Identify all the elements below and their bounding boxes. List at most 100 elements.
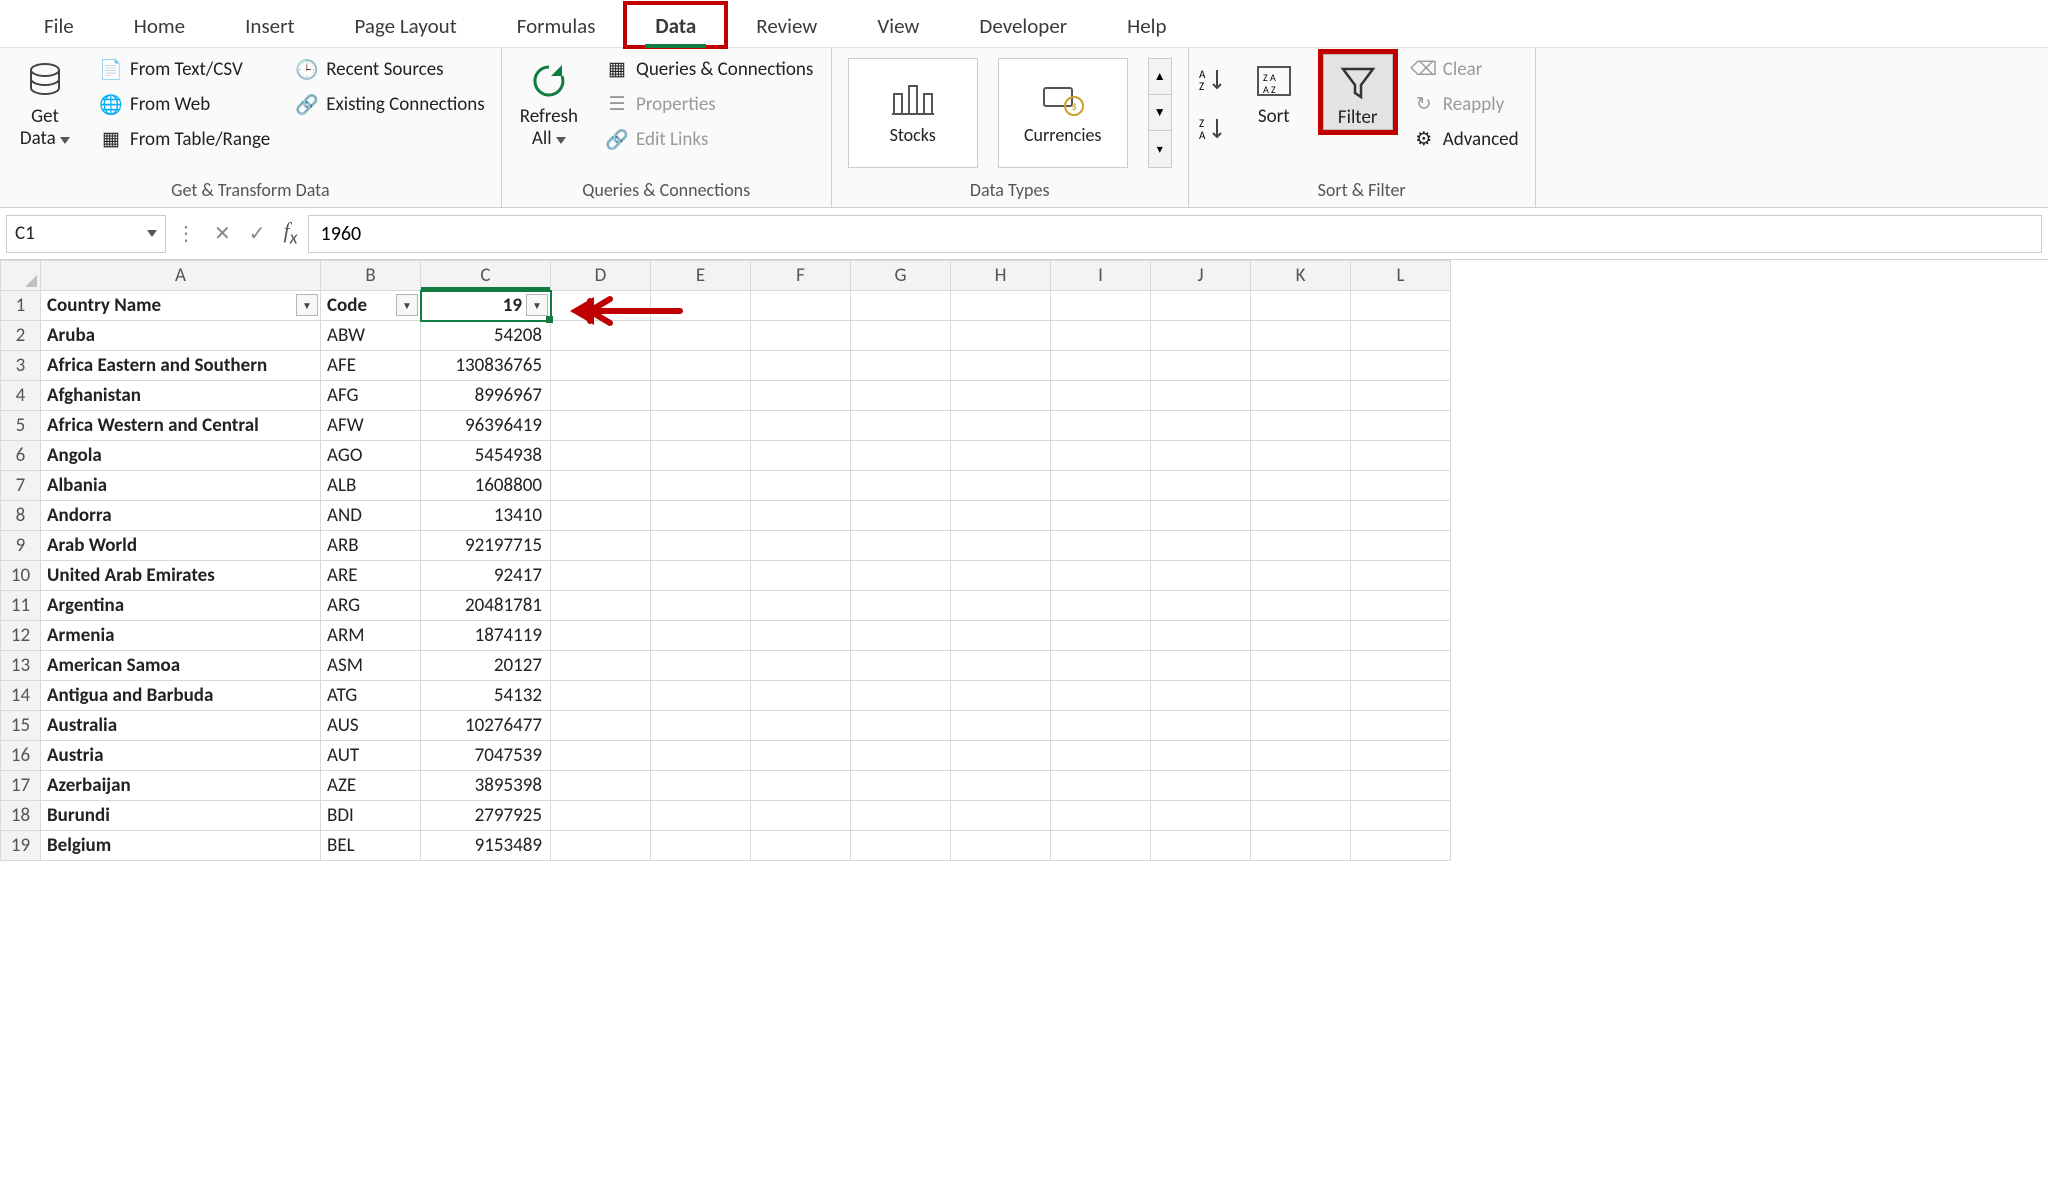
queries-connections-button[interactable]: ▦Queries & Connections (600, 54, 819, 85)
cell-K2[interactable] (1251, 321, 1351, 351)
cell-I6[interactable] (1051, 441, 1151, 471)
tab-formulas[interactable]: Formulas (487, 3, 626, 47)
cell-B12[interactable]: ARM (321, 621, 421, 651)
cell-H1[interactable] (951, 291, 1051, 321)
col-header-L[interactable]: L (1351, 261, 1451, 291)
tab-review[interactable]: Review (726, 3, 847, 47)
cell-F7[interactable] (751, 471, 851, 501)
cell-E8[interactable] (651, 501, 751, 531)
cell-J9[interactable] (1151, 531, 1251, 561)
cell-A8[interactable]: Andorra (41, 501, 321, 531)
cell-C15[interactable]: 10276477 (421, 711, 551, 741)
cell-B3[interactable]: AFE (321, 351, 421, 381)
properties-button[interactable]: ☰Properties (600, 89, 819, 120)
cell-G12[interactable] (851, 621, 951, 651)
name-box[interactable]: C1 (6, 215, 166, 253)
cell-K9[interactable] (1251, 531, 1351, 561)
sort-button[interactable]: Z AA Z Sort (1239, 54, 1309, 128)
cell-F2[interactable] (751, 321, 851, 351)
cell-I12[interactable] (1051, 621, 1151, 651)
cell-A9[interactable]: Arab World (41, 531, 321, 561)
cell-K11[interactable] (1251, 591, 1351, 621)
cell-H5[interactable] (951, 411, 1051, 441)
cell-G15[interactable] (851, 711, 951, 741)
cell-A3[interactable]: Africa Eastern and Southern (41, 351, 321, 381)
cell-H11[interactable] (951, 591, 1051, 621)
cell-I1[interactable] (1051, 291, 1151, 321)
filter-dropdown-B[interactable]: ▼ (396, 294, 418, 316)
sort-asc-icon[interactable]: AZ (1199, 66, 1225, 97)
cell-G5[interactable] (851, 411, 951, 441)
cell-L18[interactable] (1351, 801, 1451, 831)
cell-H6[interactable] (951, 441, 1051, 471)
cell-L12[interactable] (1351, 621, 1451, 651)
tab-file[interactable]: File (14, 3, 104, 47)
cell-E14[interactable] (651, 681, 751, 711)
get-data-button[interactable]: Get Data (10, 54, 80, 150)
cell-B7[interactable]: ALB (321, 471, 421, 501)
sort-desc-icon[interactable]: ZA (1199, 115, 1225, 146)
cell-H7[interactable] (951, 471, 1051, 501)
cell-J6[interactable] (1151, 441, 1251, 471)
edit-links-button[interactable]: 🔗Edit Links (600, 124, 819, 155)
row-header-11[interactable]: 11 (1, 591, 41, 621)
cell-E6[interactable] (651, 441, 751, 471)
cell-L9[interactable] (1351, 531, 1451, 561)
cell-B5[interactable]: AFW (321, 411, 421, 441)
cell-G1[interactable] (851, 291, 951, 321)
cell-L5[interactable] (1351, 411, 1451, 441)
cell-A6[interactable]: Angola (41, 441, 321, 471)
cell-H3[interactable] (951, 351, 1051, 381)
cell-J15[interactable] (1151, 711, 1251, 741)
cell-C3[interactable]: 130836765 (421, 351, 551, 381)
cell-K1[interactable] (1251, 291, 1351, 321)
cell-E1[interactable] (651, 291, 751, 321)
cell-I18[interactable] (1051, 801, 1151, 831)
cell-H8[interactable] (951, 501, 1051, 531)
cell-K18[interactable] (1251, 801, 1351, 831)
row-header-10[interactable]: 10 (1, 561, 41, 591)
cell-J11[interactable] (1151, 591, 1251, 621)
cell-B18[interactable]: BDI (321, 801, 421, 831)
cell-K6[interactable] (1251, 441, 1351, 471)
formula-input[interactable] (308, 215, 2042, 253)
cell-F8[interactable] (751, 501, 851, 531)
cell-J7[interactable] (1151, 471, 1251, 501)
cell-C19[interactable]: 9153489 (421, 831, 551, 861)
row-header-5[interactable]: 5 (1, 411, 41, 441)
cell-H18[interactable] (951, 801, 1051, 831)
cell-B9[interactable]: ARB (321, 531, 421, 561)
cell-A17[interactable]: Azerbaijan (41, 771, 321, 801)
cell-K17[interactable] (1251, 771, 1351, 801)
cell-L6[interactable] (1351, 441, 1451, 471)
cell-F14[interactable] (751, 681, 851, 711)
cell-C12[interactable]: 1874119 (421, 621, 551, 651)
cell-F13[interactable] (751, 651, 851, 681)
cell-D19[interactable] (551, 831, 651, 861)
cell-E13[interactable] (651, 651, 751, 681)
tab-help[interactable]: Help (1097, 3, 1196, 47)
cell-G3[interactable] (851, 351, 951, 381)
cell-B6[interactable]: AGO (321, 441, 421, 471)
cell-H13[interactable] (951, 651, 1051, 681)
cell-L11[interactable] (1351, 591, 1451, 621)
cell-K12[interactable] (1251, 621, 1351, 651)
cell-B8[interactable]: AND (321, 501, 421, 531)
refresh-all-button[interactable]: Refresh All (512, 54, 586, 150)
cell-K3[interactable] (1251, 351, 1351, 381)
cell-C9[interactable]: 92197715 (421, 531, 551, 561)
cell-A4[interactable]: Afghanistan (41, 381, 321, 411)
cell-C18[interactable]: 2797925 (421, 801, 551, 831)
cell-F15[interactable] (751, 711, 851, 741)
cell-D8[interactable] (551, 501, 651, 531)
cell-E7[interactable] (651, 471, 751, 501)
cell-I10[interactable] (1051, 561, 1151, 591)
cell-A2[interactable]: Aruba (41, 321, 321, 351)
cell-J16[interactable] (1151, 741, 1251, 771)
cell-F4[interactable] (751, 381, 851, 411)
row-header-17[interactable]: 17 (1, 771, 41, 801)
cell-E17[interactable] (651, 771, 751, 801)
cell-F17[interactable] (751, 771, 851, 801)
cell-F12[interactable] (751, 621, 851, 651)
cell-D1[interactable] (551, 291, 651, 321)
